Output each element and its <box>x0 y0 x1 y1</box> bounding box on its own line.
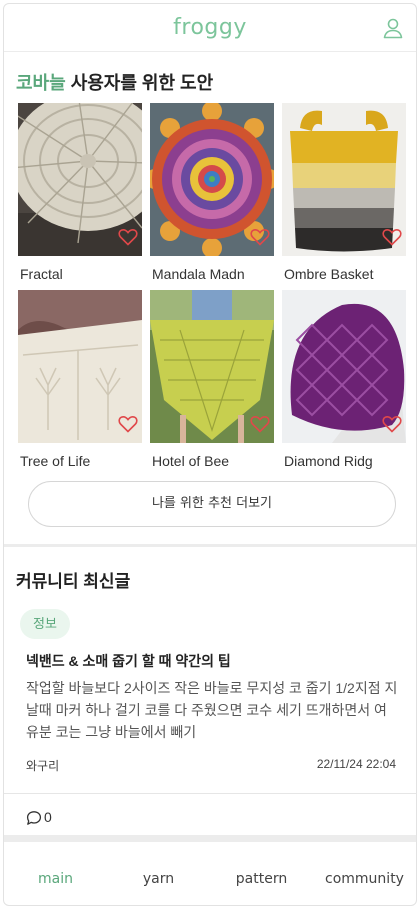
post-title[interactable]: 넥밴드 & 소매 줍기 할 때 약간의 팁 <box>26 651 231 671</box>
heart-icon[interactable] <box>382 228 402 246</box>
bottom-nav: main yarn pattern community <box>4 853 416 905</box>
recommend-section: 코바늘 사용자를 위한 도안 Fractal Mandala Madn Ombr… <box>4 52 416 547</box>
nav-pattern[interactable]: pattern <box>210 853 313 905</box>
recommend-title: 코바늘 사용자를 위한 도안 <box>16 69 213 95</box>
pattern-name[interactable]: Ombre Basket <box>282 266 406 282</box>
pattern-card-diamond-ridge[interactable]: Diamond Ridg <box>282 290 406 469</box>
more-recommendations-button[interactable]: 나를 위한 추천 더보기 <box>28 481 396 527</box>
post-category-badge[interactable]: 정보 <box>20 609 70 639</box>
pattern-name[interactable]: Fractal <box>18 266 142 282</box>
pattern-card-hotel-of-bee[interactable]: Hotel of Bee <box>150 290 274 469</box>
pattern-thumbnail[interactable] <box>150 103 274 256</box>
pattern-name[interactable]: Mandala Madn <box>150 266 274 282</box>
community-section: 커뮤니티 최신글 정보 넥밴드 & 소매 줍기 할 때 약간의 팁 작업할 바늘… <box>4 547 416 794</box>
app-frame: froggy 코바늘 사용자를 위한 도안 Fractal Mandala Ma… <box>3 3 417 906</box>
pattern-thumbnail[interactable] <box>150 290 274 443</box>
heart-icon[interactable] <box>118 415 138 433</box>
pattern-name[interactable]: Tree of Life <box>18 453 142 469</box>
pattern-card-ombre-basket[interactable]: Ombre Basket <box>282 103 406 282</box>
nav-yarn[interactable]: yarn <box>107 853 210 905</box>
pattern-thumbnail[interactable] <box>18 290 142 443</box>
pattern-name[interactable]: Hotel of Bee <box>150 453 274 469</box>
pattern-name[interactable]: Diamond Ridg <box>282 453 406 469</box>
recommend-title-rest: 사용자를 위한 도안 <box>65 73 214 93</box>
heart-icon[interactable] <box>250 228 270 246</box>
community-title: 커뮤니티 최신글 <box>16 572 131 591</box>
comment-bar: 0 <box>4 794 416 842</box>
nav-main[interactable]: main <box>4 853 107 905</box>
comment-count: 0 <box>44 809 52 825</box>
heart-icon[interactable] <box>250 415 270 433</box>
pattern-thumbnail[interactable] <box>282 103 406 256</box>
pattern-card-fractal[interactable]: Fractal <box>18 103 142 282</box>
pattern-thumbnail[interactable] <box>18 103 142 256</box>
pattern-card-tree-of-life[interactable]: Tree of Life <box>18 290 142 469</box>
app-logo[interactable]: froggy <box>4 15 416 40</box>
app-header: froggy <box>4 4 416 52</box>
post-body[interactable]: 작업할 바늘보다 2사이즈 작은 바늘로 무지성 코 줍기 1/2지점 지날때 … <box>26 677 398 743</box>
post-author: 와구리 <box>26 759 60 773</box>
comment-icon[interactable] <box>26 810 42 826</box>
heart-icon[interactable] <box>382 415 402 433</box>
heart-icon[interactable] <box>118 228 138 246</box>
post-date: 22/11/24 22:04 <box>316 757 396 771</box>
user-icon[interactable] <box>382 17 404 39</box>
nav-community[interactable]: community <box>313 853 416 905</box>
pattern-thumbnail[interactable] <box>282 290 406 443</box>
pattern-card-mandala[interactable]: Mandala Madn <box>150 103 274 282</box>
recommend-title-accent: 코바늘 <box>16 73 66 93</box>
